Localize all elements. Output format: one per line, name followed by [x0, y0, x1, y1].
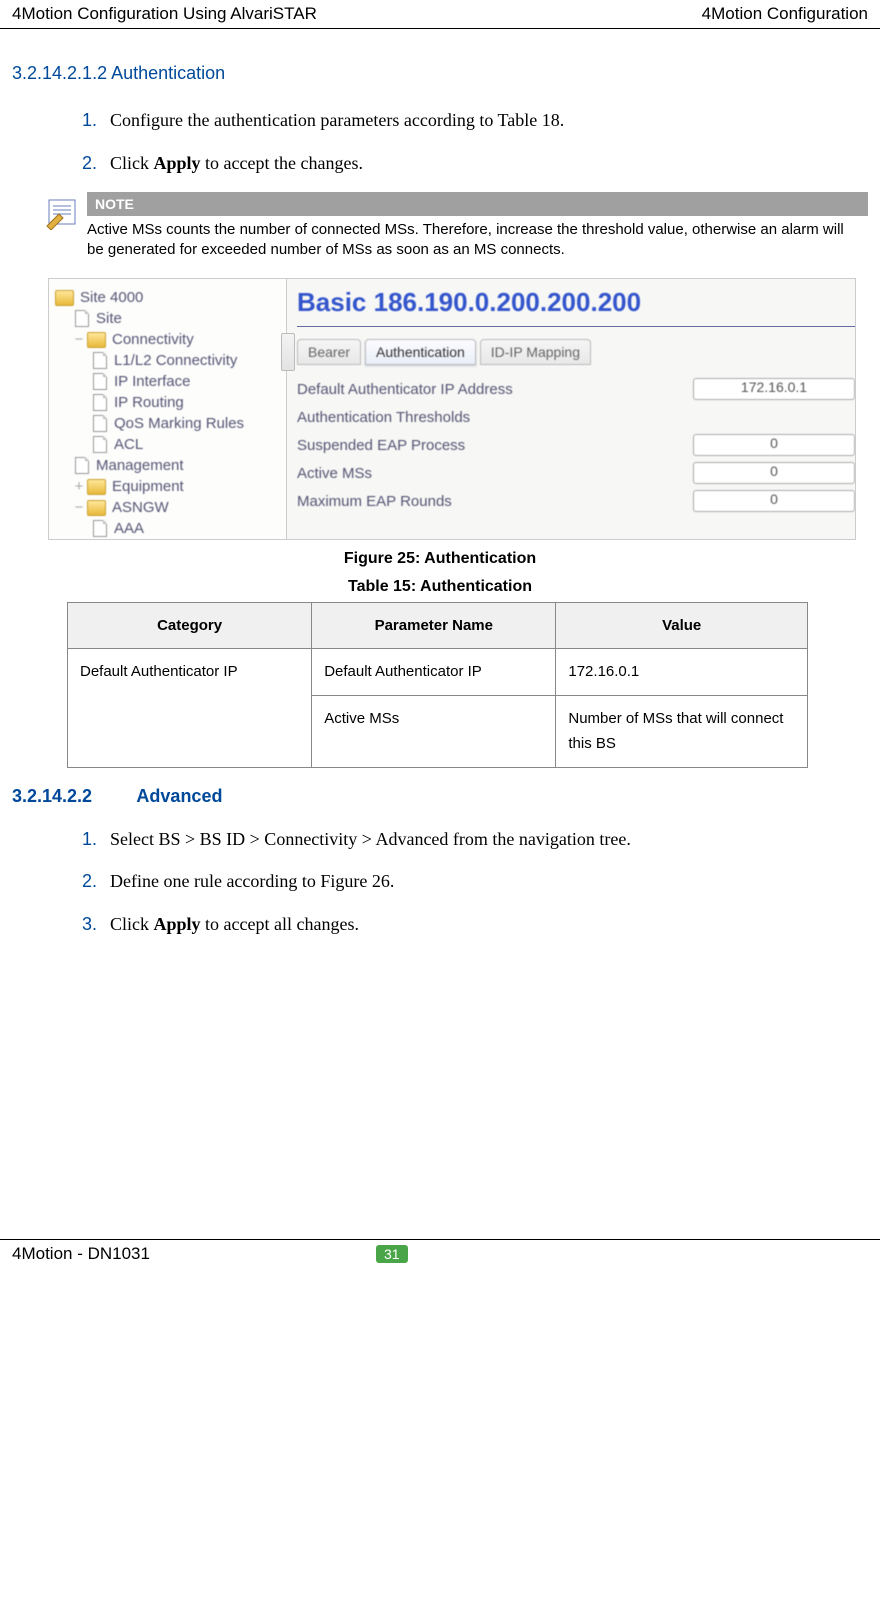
- section-adv-num: 3.2.14.2.2: [12, 786, 92, 806]
- step-text: Define one rule according to Figure 26.: [110, 871, 394, 891]
- adv-step-2: 2. Define one rule according to Figure 2…: [82, 867, 868, 896]
- note-icon: [37, 192, 87, 265]
- step-text: Select BS > BS ID > Connectivity > Advan…: [110, 829, 631, 849]
- section-auth-title: Authentication: [111, 63, 225, 83]
- tree-asngw[interactable]: ASNGW: [112, 499, 169, 516]
- tab-bearer[interactable]: Bearer: [297, 339, 361, 365]
- td-value: Number of MSs that will connect this BS: [556, 695, 808, 767]
- tab-authentication[interactable]: Authentication: [365, 339, 476, 365]
- page-icon: [93, 436, 107, 453]
- step-number: 1.: [82, 106, 97, 135]
- page-icon: [93, 373, 107, 390]
- step-text-post: to accept the changes.: [201, 153, 363, 173]
- auth-step-2: 2. Click Apply to accept the changes.: [82, 149, 868, 178]
- step-number: 1.: [82, 825, 97, 854]
- page-icon: [75, 457, 89, 474]
- note-title: NOTE: [87, 192, 868, 216]
- step-text-post: to accept all changes.: [201, 914, 359, 934]
- step-number: 2.: [82, 149, 97, 178]
- step-number: 2.: [82, 867, 97, 896]
- adv-step-1: 1. Select BS > BS ID > Connectivity > Ad…: [82, 825, 868, 854]
- lbl-max-eap-rounds: Maximum EAP Rounds: [297, 493, 693, 510]
- lbl-suspended-eap: Suspended EAP Process: [297, 437, 693, 454]
- header-left: 4Motion Configuration Using AlvariSTAR: [12, 4, 317, 24]
- step-text-pre: Click: [110, 153, 154, 173]
- tree-qosmark[interactable]: QoS Marking Rules: [114, 415, 244, 432]
- tree-l1l2[interactable]: L1/L2 Connectivity: [114, 352, 237, 369]
- tree-site4000[interactable]: Site 4000: [80, 289, 143, 306]
- step-text-bold: Apply: [154, 153, 201, 173]
- tree-site[interactable]: Site: [96, 310, 122, 327]
- page-number: 31: [376, 1245, 408, 1263]
- tree-aaa[interactable]: AAA: [114, 520, 144, 537]
- td-param: Default Authenticator IP: [312, 649, 556, 696]
- tree-equip[interactable]: Equipment: [112, 478, 184, 495]
- figure-25-caption: Figure 25: Authentication: [12, 550, 868, 568]
- header-right: 4Motion Configuration: [702, 4, 868, 24]
- section-auth-num: 3.2.14.2.1.2: [12, 63, 107, 83]
- tree-ipint[interactable]: IP Interface: [114, 373, 190, 390]
- screenshot-figure: Site 4000 Site −Connectivity L1/L2 Conne…: [48, 278, 856, 540]
- auth-step-1: 1. Configure the authentication paramete…: [82, 106, 868, 135]
- step-text-bold: Apply: [154, 914, 201, 934]
- tree-mgmt[interactable]: Management: [96, 457, 184, 474]
- folder-icon: [87, 479, 106, 495]
- section-auth-heading: 3.2.14.2.1.2 Authentication: [12, 63, 868, 84]
- expand-handle-icon[interactable]: [281, 333, 295, 371]
- note-text: Active MSs counts the number of connecte…: [87, 216, 868, 265]
- table-authentication: Category Parameter Name Value Default Au…: [67, 602, 808, 768]
- td-param: Active MSs: [312, 695, 556, 767]
- input-suspended-eap[interactable]: 0: [693, 434, 855, 456]
- page-icon: [93, 520, 107, 537]
- step-text-pre: Click: [110, 914, 154, 934]
- footer-left: 4Motion - DN1031: [12, 1244, 150, 1264]
- input-default-auth-ip[interactable]: 172.16.0.1: [693, 378, 855, 400]
- folder-icon: [87, 332, 106, 348]
- tree-iproute[interactable]: IP Routing: [114, 394, 184, 411]
- page-icon: [75, 310, 89, 327]
- th-param-name: Parameter Name: [312, 603, 556, 649]
- lbl-default-auth-ip: Default Authenticator IP Address: [297, 381, 693, 398]
- input-active-mss[interactable]: 0: [693, 462, 855, 484]
- step-text: Configure the authentication parameters …: [110, 110, 564, 130]
- nav-tree[interactable]: Site 4000 Site −Connectivity L1/L2 Conne…: [49, 279, 287, 539]
- tree-connectivity[interactable]: Connectivity: [112, 331, 194, 348]
- section-adv-heading: 3.2.14.2.2 Advanced: [12, 786, 868, 807]
- table-15-caption: Table 15: Authentication: [12, 578, 868, 596]
- input-max-eap-rounds[interactable]: 0: [693, 490, 855, 512]
- tree-acl[interactable]: ACL: [114, 436, 143, 453]
- step-number: 3.: [82, 910, 97, 939]
- adv-step-3: 3. Click Apply to accept all changes.: [82, 910, 868, 939]
- panel-title: Basic 186.190.0.200.200.200: [297, 285, 855, 324]
- td-value: 172.16.0.1: [556, 649, 808, 696]
- tab-idip-mapping[interactable]: ID-IP Mapping: [480, 339, 591, 365]
- th-value: Value: [556, 603, 808, 649]
- page-icon: [93, 394, 107, 411]
- page-icon: [93, 352, 107, 369]
- lbl-active-mss: Active MSs: [297, 465, 693, 482]
- page-icon: [93, 415, 107, 432]
- folder-icon: [55, 290, 74, 306]
- lbl-auth-thresholds: Authentication Thresholds: [297, 409, 855, 426]
- section-adv-title: Advanced: [136, 786, 222, 806]
- td-category: Default Authenticator IP: [68, 649, 312, 768]
- folder-icon: [87, 500, 106, 516]
- th-category: Category: [68, 603, 312, 649]
